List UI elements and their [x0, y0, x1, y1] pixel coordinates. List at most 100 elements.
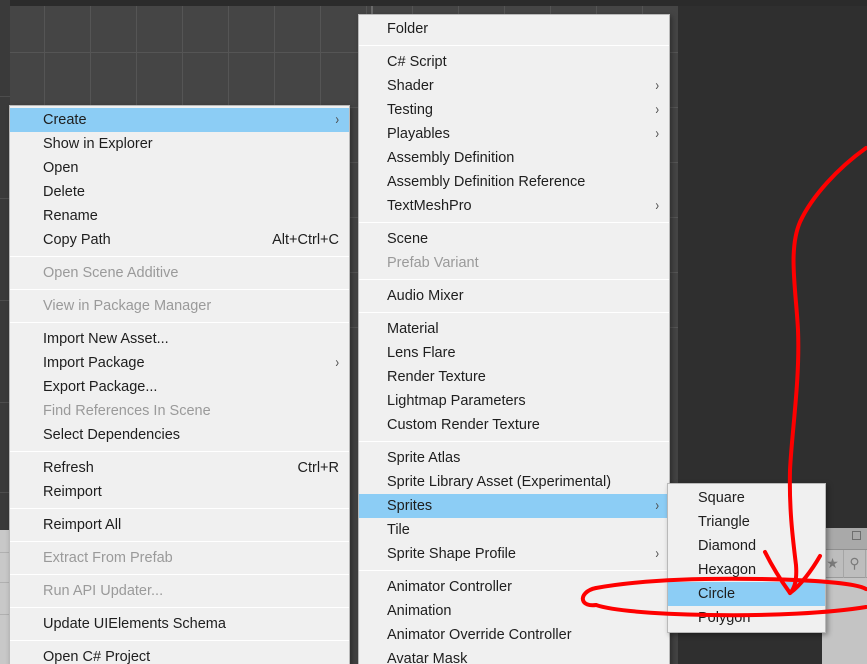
menu-item-audio-mixer[interactable]: Audio Mixer — [359, 284, 669, 308]
project-context-menu[interactable]: Create›Show in ExplorerOpenDeleteRenameC… — [9, 105, 350, 664]
menu-item-label: Material — [387, 317, 659, 341]
menu-item-label: Render Texture — [387, 365, 659, 389]
menu-item-export-package[interactable]: Export Package... — [10, 375, 349, 399]
menu-item-label: Lens Flare — [387, 341, 659, 365]
menu-item-scene[interactable]: Scene — [359, 227, 669, 251]
menu-item-hexagon[interactable]: Hexagon — [668, 558, 825, 582]
menu-item-label: Open C# Project — [43, 645, 339, 664]
menu-item-label: Scene — [387, 227, 659, 251]
menu-item-label: Sprite Shape Profile — [387, 542, 641, 566]
menu-item-show-in-explorer[interactable]: Show in Explorer — [10, 132, 349, 156]
menu-item-material[interactable]: Material — [359, 317, 669, 341]
menu-item-diamond[interactable]: Diamond — [668, 534, 825, 558]
inspector-tab-row[interactable] — [822, 528, 867, 550]
menu-item-animator-controller[interactable]: Animator Controller — [359, 575, 669, 599]
menu-item-sprites[interactable]: Sprites› — [359, 494, 669, 518]
menu-item-label: Custom Render Texture — [387, 413, 659, 437]
menu-item-update-uielements-schema[interactable]: Update UIElements Schema — [10, 612, 349, 636]
menu-item-select-dependencies[interactable]: Select Dependencies — [10, 423, 349, 447]
menu-item-label: Circle — [698, 582, 815, 606]
window-menu-icon[interactable] — [852, 531, 861, 540]
menu-item-open[interactable]: Open — [10, 156, 349, 180]
menu-item-shader[interactable]: Shader› — [359, 74, 669, 98]
menu-item-rename[interactable]: Rename — [10, 204, 349, 228]
menu-item-view-in-package-manager: View in Package Manager — [10, 294, 349, 318]
menu-item-label: TextMeshPro — [387, 194, 641, 218]
menu-separator — [10, 322, 349, 323]
menu-item-label: Open Scene Additive — [43, 261, 339, 285]
menu-item-lightmap-parameters[interactable]: Lightmap Parameters — [359, 389, 669, 413]
menu-item-label: Find References In Scene — [43, 399, 339, 423]
menu-item-testing[interactable]: Testing› — [359, 98, 669, 122]
menu-item-label: Extract From Prefab — [43, 546, 339, 570]
menu-item-polygon[interactable]: Polygon — [668, 606, 825, 630]
menu-separator — [10, 508, 349, 509]
menu-item-label: Diamond — [698, 534, 815, 558]
menu-item-circle[interactable]: Circle — [668, 582, 825, 606]
menu-item-label: Assembly Definition Reference — [387, 170, 659, 194]
menu-item-playables[interactable]: Playables› — [359, 122, 669, 146]
menu-item-render-texture[interactable]: Render Texture — [359, 365, 669, 389]
menu-item-label: Square — [698, 486, 815, 510]
menu-item-label: Tile — [387, 518, 659, 542]
menu-item-lens-flare[interactable]: Lens Flare — [359, 341, 669, 365]
menu-item-triangle[interactable]: Triangle — [668, 510, 825, 534]
menu-item-label: Copy Path — [43, 228, 254, 252]
menu-item-label: Rename — [43, 204, 339, 228]
menu-item-refresh[interactable]: RefreshCtrl+R — [10, 456, 349, 480]
menu-item-assembly-definition[interactable]: Assembly Definition — [359, 146, 669, 170]
menu-item-avatar-mask[interactable]: Avatar Mask — [359, 647, 669, 664]
menu-item-animation[interactable]: Animation — [359, 599, 669, 623]
menu-separator — [359, 312, 669, 313]
menu-item-copy-path[interactable]: Copy PathAlt+Ctrl+C — [10, 228, 349, 252]
menu-item-label: Reimport All — [43, 513, 339, 537]
sprites-submenu[interactable]: SquareTriangleDiamondHexagonCirclePolygo… — [667, 483, 826, 633]
menu-item-import-package[interactable]: Import Package› — [10, 351, 349, 375]
menu-item-reimport-all[interactable]: Reimport All — [10, 513, 349, 537]
menu-item-run-api-updater: Run API Updater... — [10, 579, 349, 603]
menu-item-reimport[interactable]: Reimport — [10, 480, 349, 504]
menu-item-sprite-library-asset-experimental[interactable]: Sprite Library Asset (Experimental) — [359, 470, 669, 494]
menu-item-open-c-project[interactable]: Open C# Project — [10, 645, 349, 664]
menu-separator — [359, 570, 669, 571]
menu-item-textmeshpro[interactable]: TextMeshPro› — [359, 194, 669, 218]
menu-item-delete[interactable]: Delete — [10, 180, 349, 204]
menu-item-sprite-shape-profile[interactable]: Sprite Shape Profile› — [359, 542, 669, 566]
menu-item-label: Run API Updater... — [43, 579, 339, 603]
create-submenu[interactable]: FolderC# ScriptShader›Testing›Playables›… — [358, 14, 670, 664]
menu-separator — [359, 45, 669, 46]
chevron-right-icon: › — [641, 538, 659, 570]
menu-item-assembly-definition-reference[interactable]: Assembly Definition Reference — [359, 170, 669, 194]
menu-item-label: Import Package — [43, 351, 321, 375]
menu-item-label: Lightmap Parameters — [387, 389, 659, 413]
menu-item-c-script[interactable]: C# Script — [359, 50, 669, 74]
menu-item-label: Sprites — [387, 494, 641, 518]
search-icon[interactable]: ⚲ — [844, 550, 866, 578]
menu-item-label: Shader — [387, 74, 641, 98]
menu-item-create[interactable]: Create› — [10, 108, 349, 132]
editor-top-strip — [0, 0, 867, 6]
inspector-toolbar[interactable]: ★ ⚲ — [822, 528, 867, 664]
menu-item-animator-override-controller[interactable]: Animator Override Controller — [359, 623, 669, 647]
menu-separator — [10, 640, 349, 641]
inspector-icon-row[interactable]: ★ ⚲ — [822, 550, 867, 578]
menu-item-label: Prefab Variant — [387, 251, 659, 275]
menu-item-label: Triangle — [698, 510, 815, 534]
menu-item-prefab-variant: Prefab Variant — [359, 251, 669, 275]
menu-item-extract-from-prefab: Extract From Prefab — [10, 546, 349, 570]
menu-separator — [359, 441, 669, 442]
menu-item-open-scene-additive: Open Scene Additive — [10, 261, 349, 285]
menu-item-label: Avatar Mask — [387, 647, 659, 664]
menu-item-sprite-atlas[interactable]: Sprite Atlas — [359, 446, 669, 470]
menu-item-square[interactable]: Square — [668, 486, 825, 510]
menu-item-label: Folder — [387, 17, 659, 41]
menu-item-import-new-asset[interactable]: Import New Asset... — [10, 327, 349, 351]
menu-item-label: Playables — [387, 122, 641, 146]
menu-item-label: Show in Explorer — [43, 132, 339, 156]
menu-item-custom-render-texture[interactable]: Custom Render Texture — [359, 413, 669, 437]
menu-item-shortcut: Ctrl+R — [280, 456, 340, 480]
menu-item-tile[interactable]: Tile — [359, 518, 669, 542]
menu-item-folder[interactable]: Folder — [359, 17, 669, 41]
menu-item-label: C# Script — [387, 50, 659, 74]
menu-separator — [10, 289, 349, 290]
